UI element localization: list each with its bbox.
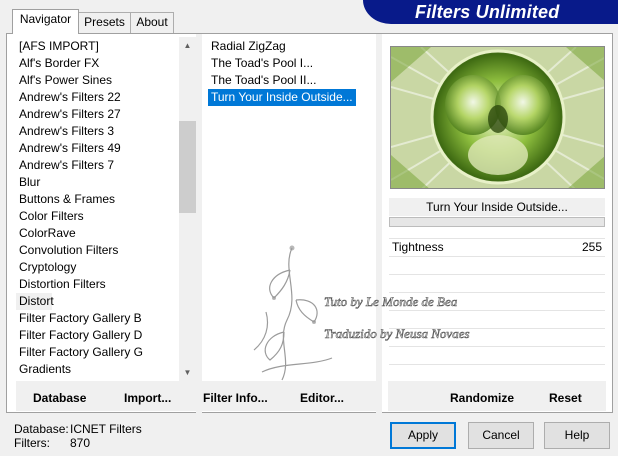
category-item[interactable]: Filter Factory Gallery G [16, 344, 179, 361]
param-row-empty [389, 292, 605, 308]
category-list[interactable]: [AFS IMPORT] Alf's Border FX Alf's Power… [16, 38, 179, 380]
filter-item[interactable]: The Toad's Pool I... [208, 55, 313, 72]
category-item[interactable]: Andrew's Filters 27 [16, 106, 179, 123]
category-item[interactable]: Alf's Border FX [16, 55, 179, 72]
scroll-down-icon[interactable]: ▼ [179, 364, 196, 381]
scroll-thumb[interactable] [179, 121, 196, 213]
filter-name-button[interactable]: Turn Your Inside Outside... [389, 198, 605, 216]
column-divider [376, 34, 382, 413]
filters-count: 870 [70, 436, 91, 450]
category-scrollbar[interactable]: ▲ ▼ [179, 37, 196, 381]
param-row-empty [389, 256, 605, 272]
tab-navigator[interactable]: Navigator [12, 9, 79, 34]
database-button[interactable]: Database [33, 391, 86, 405]
param-row-empty [389, 328, 605, 344]
param-row-empty [389, 346, 605, 362]
filter-item[interactable]: Radial ZigZag [208, 38, 286, 55]
param-row-empty [389, 274, 605, 290]
apply-button[interactable]: Apply [390, 422, 456, 449]
category-item[interactable]: Filter Factory Gallery B [16, 310, 179, 327]
category-item[interactable]: Convolution Filters [16, 242, 179, 259]
filter-info-button[interactable]: Filter Info... [203, 391, 268, 405]
param-value: 255 [581, 240, 602, 254]
category-item-current[interactable]: Distort [16, 293, 54, 310]
editor-button[interactable]: Editor... [300, 391, 344, 405]
cancel-button[interactable]: Cancel [468, 422, 534, 449]
randomize-button[interactable]: Randomize [450, 391, 514, 405]
param-row-empty [389, 364, 605, 380]
brand-banner: Filters Unlimited [363, 0, 618, 24]
filters-label: Filters: [14, 436, 50, 450]
category-item[interactable]: Buttons & Frames [16, 191, 179, 208]
category-item[interactable]: ColorRave [16, 225, 179, 242]
category-item[interactable]: Andrew's Filters 49 [16, 140, 179, 157]
progress-bar [389, 217, 605, 227]
brand-title: Filters Unlimited [415, 2, 560, 22]
category-item[interactable]: Andrew's Filters 7 [16, 157, 179, 174]
category-item[interactable]: Gradients [16, 361, 179, 378]
tab-about[interactable]: About [130, 12, 174, 33]
help-button[interactable]: Help [544, 422, 610, 449]
category-item[interactable]: Alf's Power Sines [16, 72, 179, 89]
column-divider [196, 34, 202, 413]
category-item[interactable]: Color Filters [16, 208, 179, 225]
param-row-tightness[interactable]: Tightness 255 [389, 238, 605, 254]
param-row-empty [389, 310, 605, 326]
category-item[interactable]: Blur [16, 174, 179, 191]
preview-art [391, 47, 604, 188]
filter-list[interactable]: Radial ZigZag The Toad's Pool I... The T… [208, 38, 376, 380]
filter-item-selected[interactable]: Turn Your Inside Outside... [208, 89, 356, 106]
reset-button[interactable]: Reset [549, 391, 582, 405]
category-item[interactable]: Cryptology [16, 259, 179, 276]
category-item[interactable]: Andrew's Filters 22 [16, 89, 179, 106]
scroll-up-icon[interactable]: ▲ [179, 37, 196, 54]
category-item[interactable]: Filter Factory Gallery D [16, 327, 179, 344]
database-value: ICNET Filters [70, 422, 142, 436]
database-label: Database: [14, 422, 69, 436]
import-button[interactable]: Import... [124, 391, 171, 405]
tab-presets[interactable]: Presets [78, 12, 131, 33]
param-label: Tightness [392, 240, 444, 254]
category-item[interactable]: [AFS IMPORT] [16, 38, 179, 55]
category-item[interactable]: Andrew's Filters 3 [16, 123, 179, 140]
category-item[interactable]: Distortion Filters [16, 276, 179, 293]
preview-image [390, 46, 605, 189]
filter-item[interactable]: The Toad's Pool II... [208, 72, 316, 89]
